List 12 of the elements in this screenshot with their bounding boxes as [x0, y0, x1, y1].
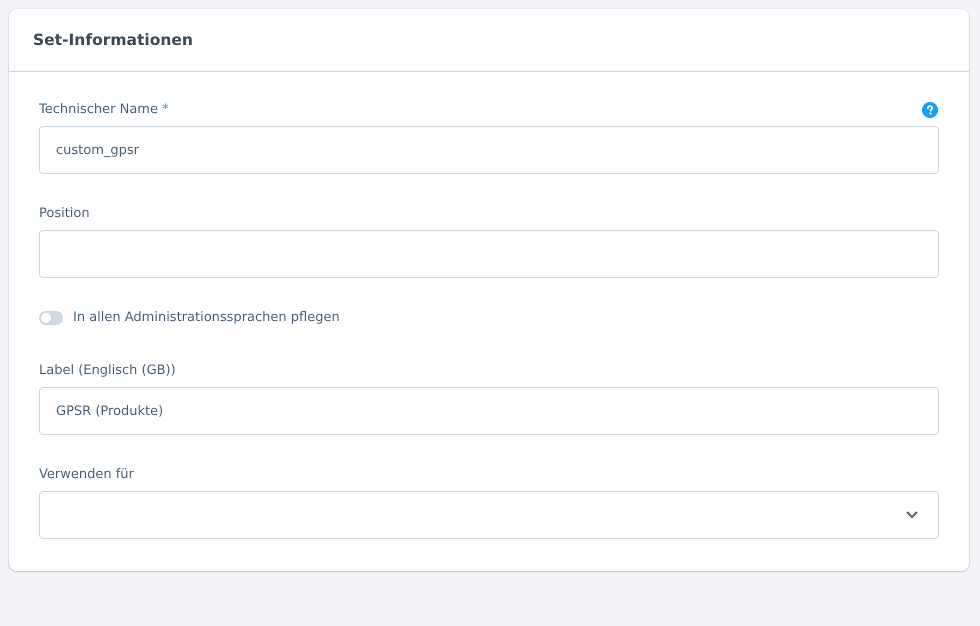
select-field[interactable] [39, 491, 939, 539]
field-label: Verwenden für [39, 466, 134, 484]
toggle-label: In allen Administrationssprachen pflegen [73, 309, 340, 327]
field-label: Technischer Name * [39, 101, 169, 119]
input-field[interactable]: GPSR (Produkte) [39, 387, 939, 435]
input-field[interactable]: custom_gpsr [39, 126, 939, 174]
chevron-down-icon [906, 511, 918, 519]
field-label: Position [39, 205, 90, 223]
input-field[interactable] [39, 230, 939, 278]
field-label: Label (Englisch (GB)) [39, 362, 176, 380]
toggle-switch[interactable] [39, 311, 63, 325]
card-title: Set-Informationen [33, 30, 193, 51]
